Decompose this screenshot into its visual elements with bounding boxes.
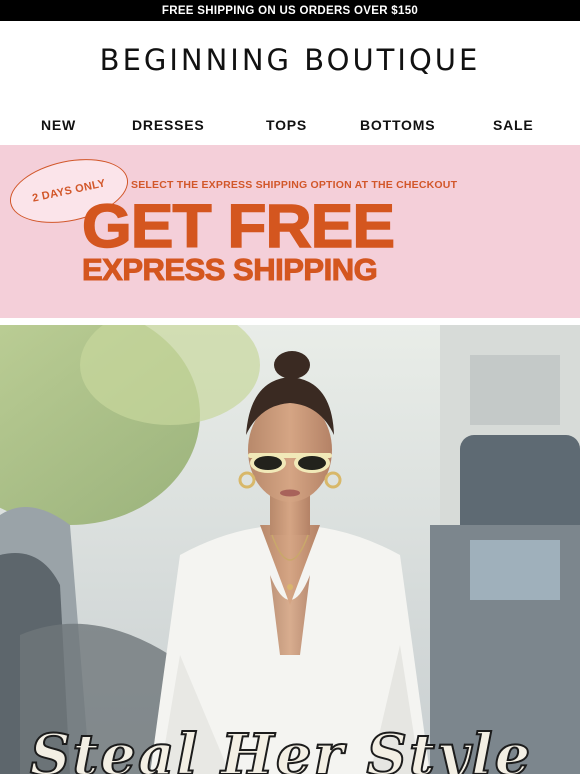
nav-item-bottoms[interactable]: BOTTOMS: [360, 112, 435, 138]
free-shipping-text: FREE SHIPPING ON US ORDERS OVER $150: [161, 4, 419, 17]
hero-photo-illustration: [0, 325, 580, 774]
nav-item-sale[interactable]: SALE: [493, 112, 534, 138]
logo-text: BEGINNING BOUTIQUE: [99, 43, 481, 77]
promo-headline-line1: GET FREE: [81, 191, 396, 261]
nav-item-new[interactable]: NEW: [41, 112, 76, 138]
nav-item-tops[interactable]: TOPS: [266, 112, 307, 138]
nav-item-dresses[interactable]: DRESSES: [132, 112, 205, 138]
free-shipping-banner: FREE SHIPPING ON US ORDERS OVER $150: [0, 0, 580, 21]
main-nav: NEW DRESSES TOPS BOTTOMS SALE: [0, 112, 580, 138]
hero-image[interactable]: Steal Her Style: [0, 325, 580, 774]
hero-title: Steal Her Style: [29, 722, 533, 774]
promo-headline-line2: EXPRESS SHIPPING: [82, 252, 379, 287]
brand-logo[interactable]: BEGINNING BOUTIQUE: [0, 40, 580, 80]
